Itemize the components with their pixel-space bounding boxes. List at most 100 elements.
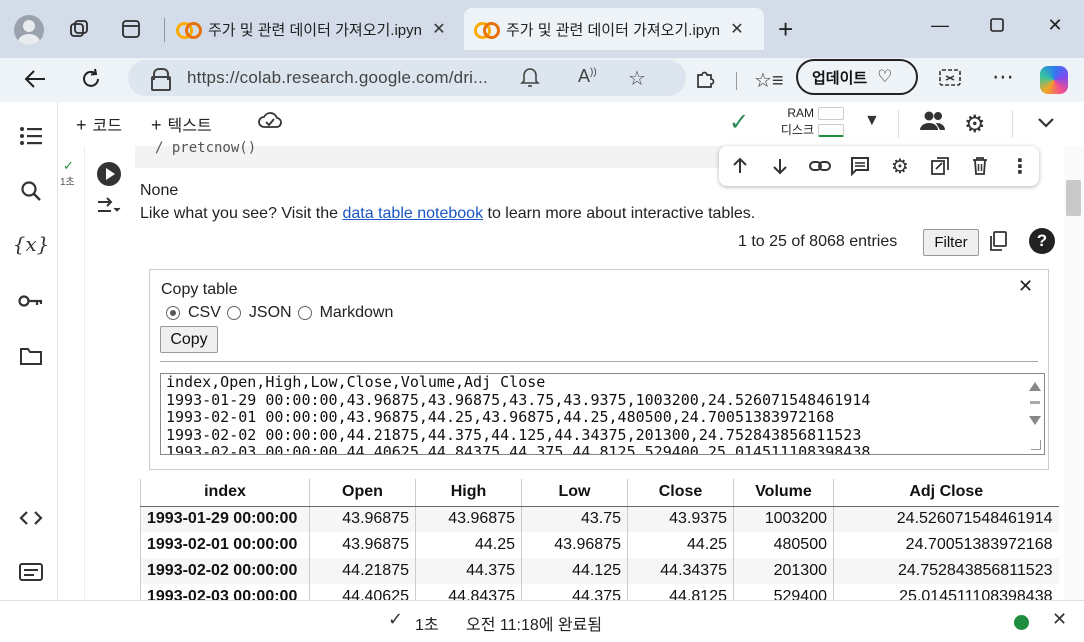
resource-indicator[interactable]: RAM 디스크: [770, 105, 844, 139]
tab-notebook-1[interactable]: 주가 및 관련 데이터 가져오기.ipynb ✕: [166, 8, 462, 50]
link-icon[interactable]: [809, 155, 831, 177]
favorites-icon[interactable]: ☆≡: [754, 68, 784, 93]
minimize-icon[interactable]: —: [927, 12, 953, 38]
screenshot-icon[interactable]: [938, 68, 962, 94]
table-cell: 43.96875: [521, 532, 628, 558]
scrollbar-thumb[interactable]: [1066, 180, 1081, 216]
toc-icon[interactable]: [17, 122, 45, 150]
read-aloud-icon[interactable]: A)): [578, 66, 597, 87]
open-tab-icon[interactable]: [929, 155, 951, 177]
refresh-icon[interactable]: [76, 64, 106, 94]
resize-grip-icon[interactable]: [1031, 440, 1041, 450]
format-json-radio[interactable]: JSON: [226, 304, 292, 322]
output-actions-icon[interactable]: [97, 196, 123, 221]
new-tab-icon[interactable]: +: [778, 14, 793, 45]
settings-gear-icon[interactable]: ⚙: [964, 110, 986, 139]
table-cell: 24.70051383972168: [833, 532, 1059, 558]
tab-title: 주가 및 관련 데이터 가져오기.ipynb: [506, 21, 720, 39]
delete-trash-icon[interactable]: [969, 155, 991, 177]
update-button[interactable]: 업데이트 ♡: [796, 59, 918, 95]
output-none-text: None: [140, 182, 179, 199]
profile-avatar[interactable]: [14, 15, 44, 45]
column-header[interactable]: index: [140, 479, 310, 507]
scroll-down-icon[interactable]: [1029, 416, 1041, 425]
copy-panel-title: Copy table: [161, 281, 238, 298]
move-down-icon[interactable]: [769, 155, 791, 177]
format-markdown-radio[interactable]: Markdown: [297, 304, 393, 322]
copy-panel-close-icon[interactable]: ✕: [1018, 276, 1033, 297]
column-header[interactable]: Close: [627, 479, 734, 507]
code-text: / pretcnow(): [155, 140, 257, 156]
run-cell-button[interactable]: [97, 162, 121, 186]
code-snippets-icon[interactable]: [17, 504, 45, 532]
data-table-notebook-link[interactable]: data table notebook: [343, 205, 484, 222]
more-menu-icon[interactable]: ⋯: [992, 64, 1014, 90]
status-check-icon: ✓: [388, 609, 404, 629]
column-header[interactable]: Low: [521, 479, 628, 507]
exec-time: 1초: [60, 177, 75, 188]
copilot-icon[interactable]: [1040, 66, 1068, 94]
status-close-icon[interactable]: ✕: [1052, 609, 1067, 630]
move-up-icon[interactable]: [729, 155, 751, 177]
collapse-chevron-icon[interactable]: [1036, 110, 1056, 136]
textarea-scrollbar[interactable]: [1026, 374, 1044, 454]
lock-icon[interactable]: [150, 68, 171, 91]
copy-button[interactable]: Copy: [160, 326, 218, 353]
disk-bar: [818, 124, 844, 137]
bell-icon[interactable]: [520, 66, 540, 94]
help-icon[interactable]: ?: [1029, 228, 1055, 254]
workspaces-icon[interactable]: [66, 16, 92, 42]
column-header[interactable]: High: [415, 479, 522, 507]
extensions-icon[interactable]: [694, 68, 716, 96]
csv-textarea[interactable]: index,Open,High,Low,Close,Volume,Adj Clo…: [160, 373, 1045, 455]
more-vert-icon[interactable]: ⋮: [1009, 155, 1031, 178]
filter-button[interactable]: Filter: [923, 229, 979, 256]
status-exec-time: 1초: [415, 617, 439, 634]
cell-gutter: ✓ 1초: [58, 146, 84, 600]
cell-settings-icon[interactable]: ⚙: [889, 155, 911, 178]
table-cell: 24.752843856811523: [833, 558, 1059, 584]
table-cell: 44.125: [521, 558, 628, 584]
radio-icon[interactable]: [297, 306, 312, 320]
back-icon[interactable]: [20, 64, 50, 94]
table-cell: 24.526071548461914: [833, 506, 1059, 532]
command-palette-icon[interactable]: [17, 558, 45, 586]
tab-close-icon[interactable]: ✕: [428, 19, 450, 39]
share-people-icon[interactable]: [918, 110, 946, 138]
vertical-tabs-icon[interactable]: [118, 16, 144, 42]
radio-icon[interactable]: [226, 306, 241, 320]
browser-titlebar: 주가 및 관련 데이터 가져오기.ipynb ✕ 주가 및 관련 데이터 가져오…: [0, 0, 1084, 58]
data-table-hint: Like what you see? Visit the data table …: [140, 205, 755, 223]
ram-label: RAM: [787, 106, 814, 120]
format-csv-label: CSV: [188, 304, 221, 321]
column-header[interactable]: Open: [309, 479, 416, 507]
table-cell: 44.34375: [627, 558, 734, 584]
favorite-star-icon[interactable]: ☆: [628, 66, 646, 91]
radio-selected-icon[interactable]: [166, 306, 180, 320]
column-header[interactable]: Volume: [733, 479, 834, 507]
files-folder-icon[interactable]: [17, 342, 45, 370]
status-completed-text: 오전 11:18에 완료됨: [466, 617, 603, 634]
scroll-up-icon[interactable]: [1029, 382, 1041, 391]
copy-table-icon[interactable]: [988, 230, 1008, 258]
drive-sync-icon[interactable]: [258, 110, 282, 135]
add-code-button[interactable]: + 코드: [76, 112, 122, 136]
secrets-key-icon[interactable]: [17, 287, 45, 315]
address-row: https://colab.research.google.com/dri...…: [0, 58, 1084, 102]
address-bar[interactable]: https://colab.research.google.com/dri...…: [128, 60, 686, 96]
tab-notebook-2[interactable]: 주가 및 관련 데이터 가져오기.ipynb ✕: [464, 8, 764, 50]
format-csv-radio[interactable]: CSV: [166, 304, 221, 322]
comment-icon[interactable]: [849, 155, 871, 177]
table-cell: 43.96875: [415, 506, 522, 532]
variables-icon[interactable]: {x}: [13, 230, 50, 258]
column-header[interactable]: Adj Close: [833, 479, 1059, 507]
runtime-dropdown-icon[interactable]: ▼: [864, 112, 880, 130]
tab-close-icon[interactable]: ✕: [726, 19, 748, 39]
url-text[interactable]: https://colab.research.google.com/dri...: [187, 68, 488, 88]
search-icon[interactable]: [17, 177, 45, 205]
maximize-icon[interactable]: [984, 12, 1010, 38]
colab-sidebar: {x}: [0, 102, 58, 600]
page-scrollbar[interactable]: [1064, 146, 1084, 600]
window-close-icon[interactable]: ✕: [1042, 12, 1068, 38]
add-text-button[interactable]: + 텍스트: [151, 112, 212, 136]
